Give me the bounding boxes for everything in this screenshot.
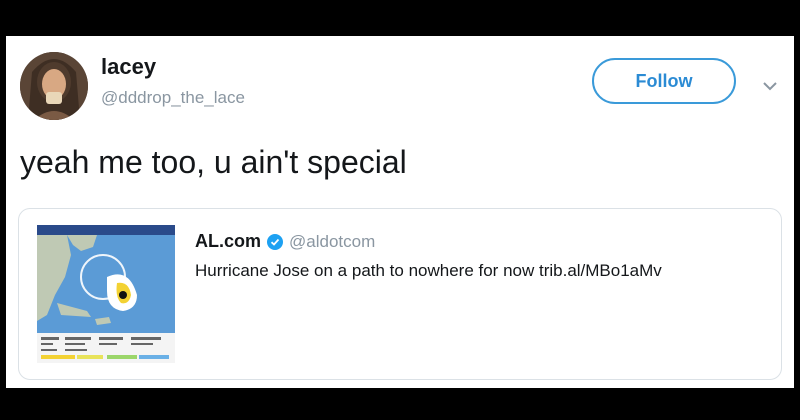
tweet-text: yeah me too, u ain't special (20, 144, 407, 180)
avatar[interactable] (20, 52, 88, 120)
quoted-tweet-header: AL.com @aldotcom (195, 231, 375, 252)
follow-button[interactable]: Follow (592, 58, 736, 104)
chevron-down-icon[interactable] (758, 74, 782, 98)
user-handle[interactable]: @dddrop_the_lace (101, 88, 245, 108)
avatar-image (20, 52, 88, 120)
tweet-card: lacey @dddrop_the_lace Follow yeah me to… (6, 36, 794, 388)
quoted-handle[interactable]: @aldotcom (289, 232, 375, 252)
quoted-display-name[interactable]: AL.com (195, 231, 261, 252)
display-name[interactable]: lacey (101, 54, 156, 80)
quoted-tweet[interactable]: AL.com @aldotcom Hurricane Jose on a pat… (18, 208, 782, 380)
verified-badge-icon (267, 233, 284, 250)
hurricane-map-thumbnail (37, 225, 175, 363)
quoted-tweet-text: Hurricane Jose on a path to nowhere for … (195, 261, 662, 280)
